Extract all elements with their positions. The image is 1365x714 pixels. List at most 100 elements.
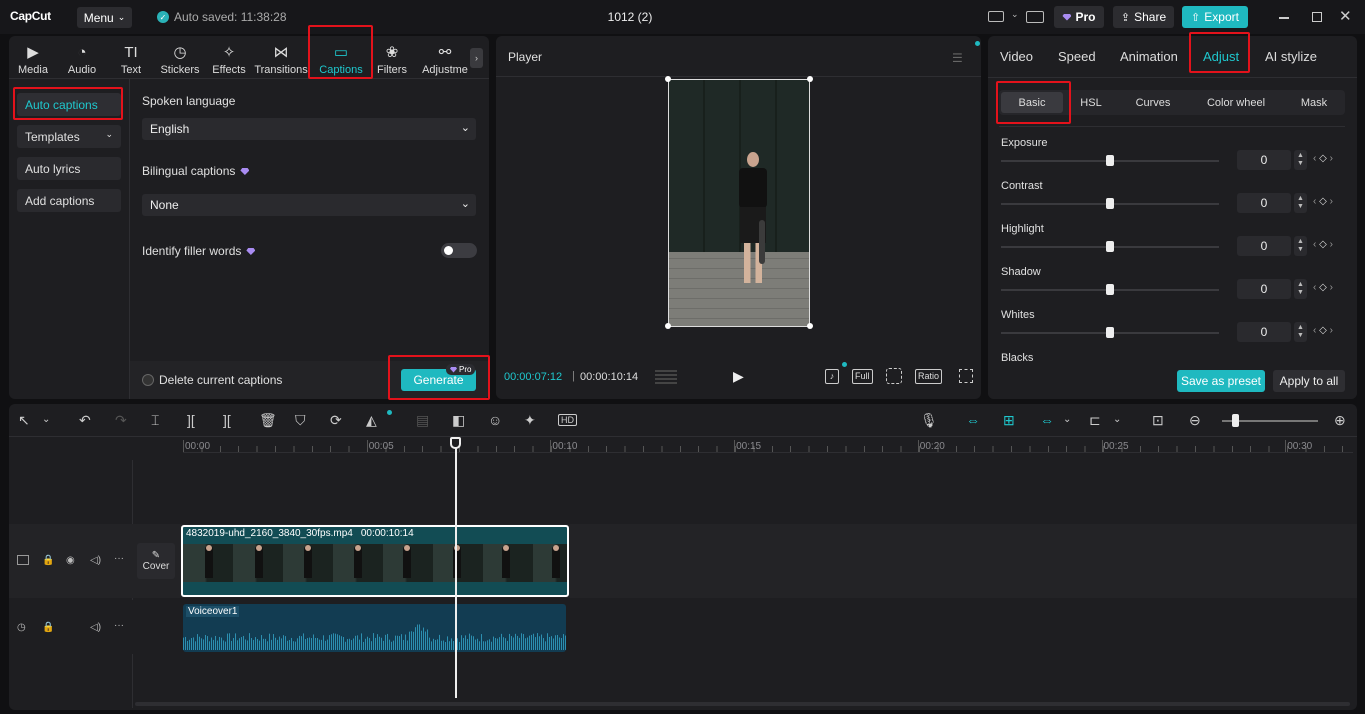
- video-clip[interactable]: 4832019-uhd_2160_3840_30fps.mp4 00:00:10:…: [181, 525, 569, 597]
- ai-person-icon[interactable]: ☺: [488, 412, 502, 428]
- chevron-down-icon[interactable]: ▼: [1297, 246, 1304, 254]
- speaker-icon[interactable]: ◁): [90, 622, 101, 633]
- magnet-icon[interactable]: ⊞: [1003, 412, 1015, 429]
- shadow-value[interactable]: 0: [1237, 279, 1291, 299]
- audio-clip[interactable]: Voiceover1: [183, 604, 566, 652]
- tab-speed[interactable]: Speed: [1058, 49, 1096, 64]
- chevron-down-icon[interactable]: ▼: [1297, 203, 1304, 211]
- value-stepper[interactable]: ▲ ▼: [1294, 193, 1307, 213]
- redo-icon[interactable]: ↷: [115, 412, 127, 429]
- value-stepper[interactable]: ▲ ▼: [1294, 236, 1307, 256]
- export-button[interactable]: ⇧ Export: [1182, 6, 1248, 28]
- crop-handle[interactable]: [807, 323, 813, 329]
- chevron-left-icon[interactable]: ‹: [1313, 282, 1316, 293]
- chevron-right-icon[interactable]: ›: [1330, 153, 1333, 164]
- lock-icon[interactable]: 🔒: [42, 622, 54, 633]
- eye-icon[interactable]: ◉: [66, 555, 75, 566]
- whites-value[interactable]: 0: [1237, 322, 1291, 342]
- trim-left-icon[interactable]: ][: [187, 412, 195, 428]
- mirror-icon[interactable]: ◧: [452, 412, 465, 429]
- trim-right-icon[interactable]: ][: [223, 412, 231, 428]
- select-tool-icon[interactable]: ↖: [18, 412, 30, 429]
- chevron-left-icon[interactable]: ‹: [1313, 325, 1316, 336]
- chevron-right-icon[interactable]: ›: [1330, 325, 1333, 336]
- chevron-down-icon[interactable]: ⌄: [42, 414, 50, 425]
- save-preset-button[interactable]: Save as preset: [1177, 370, 1265, 392]
- crop-handle[interactable]: [807, 76, 813, 82]
- fullscreen-icon[interactable]: [959, 369, 973, 383]
- magic-wand-icon[interactable]: ✦: [524, 412, 536, 429]
- subtab-hsl[interactable]: HSL: [1067, 94, 1115, 112]
- keyframe-controls[interactable]: ‹ ◇ ›: [1313, 239, 1333, 250]
- crop-handle[interactable]: [665, 323, 671, 329]
- close-icon[interactable]: ✕: [1339, 7, 1352, 25]
- tab-text[interactable]: TI Text: [106, 40, 156, 77]
- templates-button[interactable]: Templates ⌄: [17, 125, 121, 148]
- player-menu-icon[interactable]: ☰: [952, 51, 963, 65]
- highlight-value[interactable]: 0: [1237, 236, 1291, 256]
- share-button[interactable]: ⇪ Share: [1113, 6, 1174, 28]
- value-stepper[interactable]: ▲ ▼: [1294, 150, 1307, 170]
- chevron-up-icon[interactable]: ▲: [1297, 238, 1304, 246]
- delete-captions-checkbox[interactable]: [142, 374, 154, 386]
- tab-audio[interactable]: ◔ Audio: [57, 40, 107, 77]
- add-captions-button[interactable]: Add captions: [17, 189, 121, 212]
- more-icon[interactable]: ···: [114, 620, 124, 631]
- chevron-down-icon[interactable]: ⌄: [1063, 414, 1071, 425]
- marker-icon[interactable]: ⛉: [295, 412, 306, 429]
- minimize-icon[interactable]: [1279, 17, 1289, 19]
- delete-icon[interactable]: 🗑: [259, 412, 277, 429]
- auto-lyrics-button[interactable]: Auto lyrics: [17, 157, 121, 180]
- chevron-down-icon[interactable]: ▼: [1297, 332, 1304, 340]
- maximize-icon[interactable]: [1312, 12, 1322, 22]
- chevron-down-icon[interactable]: ⌄: [1113, 414, 1121, 425]
- slider-knob[interactable]: [1106, 327, 1114, 338]
- pro-button[interactable]: Pro: [1054, 6, 1104, 28]
- keyframe-icon[interactable]: ◇: [1319, 153, 1327, 164]
- exposure-value[interactable]: 0: [1237, 150, 1291, 170]
- slider-knob[interactable]: [1106, 155, 1114, 166]
- tab-filters[interactable]: ❀ Filters: [367, 40, 417, 77]
- menu-button[interactable]: Menu ⌄: [77, 7, 132, 28]
- chevron-left-icon[interactable]: ‹: [1313, 196, 1316, 207]
- tab-animation[interactable]: Animation: [1120, 49, 1178, 64]
- ratio-button[interactable]: Ratio: [915, 369, 943, 384]
- tab-ai-stylize[interactable]: AI stylize: [1265, 49, 1317, 64]
- tabs-scroll-right-button[interactable]: ›: [470, 48, 483, 68]
- chevron-down-icon[interactable]: ▼: [1297, 289, 1304, 297]
- slider-knob[interactable]: [1106, 241, 1114, 252]
- microphone-icon[interactable]: 🎙: [920, 412, 938, 429]
- tab-adjustme[interactable]: ⚯ Adjustme: [420, 40, 470, 77]
- chevron-up-icon[interactable]: ▲: [1297, 152, 1304, 160]
- chevron-up-icon[interactable]: ▲: [1297, 281, 1304, 289]
- tab-effects[interactable]: ✧ Effects: [204, 40, 254, 77]
- chevron-down-icon[interactable]: ⌄: [1011, 9, 1019, 20]
- focus-icon[interactable]: [886, 368, 902, 384]
- tab-video[interactable]: Video: [1000, 49, 1033, 64]
- keyboard-icon[interactable]: [1026, 11, 1044, 23]
- slider-knob[interactable]: [1106, 284, 1114, 295]
- keyframe-controls[interactable]: ‹ ◇ ›: [1313, 153, 1333, 164]
- zoom-slider-knob[interactable]: [1232, 414, 1239, 427]
- grid-view-icon[interactable]: [655, 369, 677, 384]
- timeline-scrollbar[interactable]: [135, 702, 1350, 706]
- chevron-right-icon[interactable]: ›: [1330, 239, 1333, 250]
- track-visibility-icon[interactable]: [17, 555, 29, 565]
- auto-reframe-icon[interactable]: ◭: [366, 412, 377, 429]
- hd-icon[interactable]: HD: [558, 414, 577, 426]
- spoken-language-select[interactable]: English ⌄: [142, 118, 476, 140]
- subtab-mask[interactable]: Mask: [1285, 94, 1343, 112]
- tab-transitions[interactable]: ⋈ Transitions: [254, 40, 307, 77]
- chevron-left-icon[interactable]: ‹: [1313, 239, 1316, 250]
- value-stepper[interactable]: ▲ ▼: [1294, 322, 1307, 342]
- chevron-right-icon[interactable]: ›: [1330, 196, 1333, 207]
- speed-icon[interactable]: ▤: [416, 412, 429, 429]
- crop-handle[interactable]: [665, 76, 671, 82]
- chevron-up-icon[interactable]: ▲: [1297, 195, 1304, 203]
- tiktok-icon[interactable]: ♪: [825, 369, 839, 384]
- keyframe-icon[interactable]: ◇: [1319, 239, 1327, 250]
- cover-button[interactable]: ✎ Cover: [137, 543, 175, 579]
- full-button[interactable]: Full: [852, 369, 873, 384]
- playhead-handle[interactable]: [450, 437, 461, 449]
- slider-knob[interactable]: [1106, 198, 1114, 209]
